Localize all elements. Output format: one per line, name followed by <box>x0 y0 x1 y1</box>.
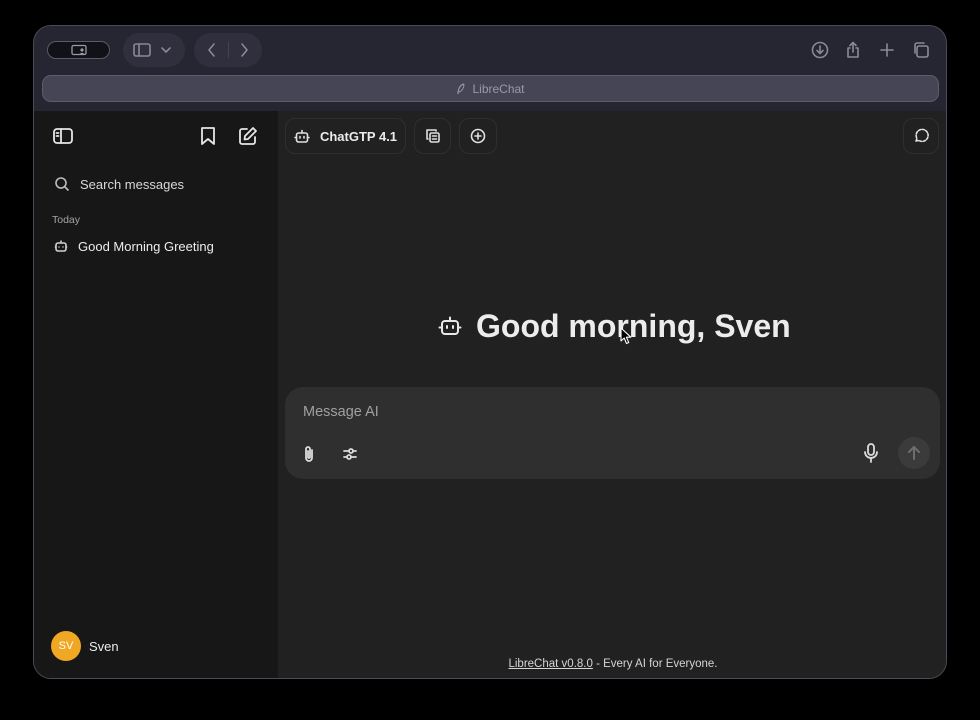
settings-sliders-icon <box>343 448 357 460</box>
tools-button[interactable] <box>335 439 365 469</box>
footer: LibreChat v0.8.0 - Every AI for Everyone… <box>278 658 946 670</box>
avatar: SV <box>51 631 81 661</box>
search-placeholder: Search messages <box>80 176 185 192</box>
back-button[interactable] <box>200 38 224 62</box>
message-circle-icon <box>915 128 929 143</box>
navigation-group <box>194 33 262 67</box>
bookmark-icon <box>201 127 215 145</box>
attach-button[interactable] <box>294 439 324 469</box>
paperclip-icon <box>305 446 313 462</box>
bot-icon <box>54 240 68 252</box>
back-icon <box>208 43 215 57</box>
browser-sidebar-button[interactable] <box>130 38 154 62</box>
search-box[interactable]: Search messages <box>46 169 266 199</box>
nav-divider <box>228 42 229 58</box>
temporary-chat-button[interactable] <box>903 118 939 154</box>
conversation-title: Good Morning Greeting <box>78 238 214 254</box>
model-selector-button[interactable]: ChatGTP 4.1 <box>285 118 406 154</box>
downloads-button[interactable] <box>808 38 832 62</box>
bookmarks-button[interactable] <box>194 122 222 150</box>
tab-overview-button[interactable] <box>909 38 933 62</box>
close-sidebar-button[interactable] <box>49 122 77 150</box>
message-composer <box>285 387 940 479</box>
browser-window: LibreChat Search messages Today Good Mor… <box>33 25 947 679</box>
feather-icon <box>457 82 465 94</box>
microphone-icon <box>864 443 878 463</box>
forward-button[interactable] <box>232 38 256 62</box>
chevron-down-icon <box>161 47 171 53</box>
profile-icon <box>70 44 87 56</box>
tab-group-menu-button[interactable] <box>154 38 178 62</box>
greeting-text: Good morning, Sven <box>476 307 791 344</box>
address-text: LibreChat <box>472 81 525 96</box>
share-button[interactable] <box>841 38 865 62</box>
forward-icon <box>241 43 248 57</box>
user-menu[interactable]: SV Sven <box>51 630 119 662</box>
new-chat-button[interactable] <box>234 122 262 150</box>
user-name: Sven <box>89 638 119 654</box>
new-tab-icon <box>880 43 894 57</box>
sidebar-toggle-group <box>123 33 185 67</box>
model-label: ChatGTP 4.1 <box>319 128 398 144</box>
address-bar[interactable]: LibreChat <box>42 75 939 102</box>
send-button[interactable] <box>898 437 930 469</box>
arrow-up-icon <box>908 446 920 460</box>
new-tab-button[interactable] <box>875 38 899 62</box>
conversation-item[interactable]: Good Morning Greeting <box>46 233 266 259</box>
greeting: Good morning, Sven <box>438 306 791 346</box>
copy-icon <box>425 129 440 143</box>
profile-button[interactable] <box>47 41 110 59</box>
bot-icon <box>438 316 462 335</box>
edit-icon <box>239 127 257 145</box>
search-icon <box>55 177 70 192</box>
footer-tagline: - Every AI for Everyone. <box>592 658 718 670</box>
mouse-cursor-icon <box>620 327 632 345</box>
section-label-today: Today <box>52 214 81 226</box>
download-icon <box>811 41 829 59</box>
message-input[interactable] <box>303 399 863 425</box>
sidebar-icon <box>133 43 151 57</box>
browser-toolbar <box>34 26 946 74</box>
tabs-overview-icon <box>914 42 929 58</box>
version-link[interactable]: LibreChat v0.8.0 <box>508 658 592 670</box>
plus-circle-icon <box>470 128 486 144</box>
sidebar-panel-icon <box>53 128 73 144</box>
bot-icon <box>294 129 310 143</box>
voice-input-button[interactable] <box>856 438 886 468</box>
librechat-app: Search messages Today Good Morning Greet… <box>34 111 946 678</box>
main-panel: ChatGTP 4.1 Good morning, Sven Message A… <box>278 111 946 678</box>
add-button[interactable] <box>459 118 497 154</box>
presets-button[interactable] <box>414 118 451 154</box>
sidebar: Search messages Today Good Morning Greet… <box>34 111 278 678</box>
share-icon <box>847 41 859 58</box>
